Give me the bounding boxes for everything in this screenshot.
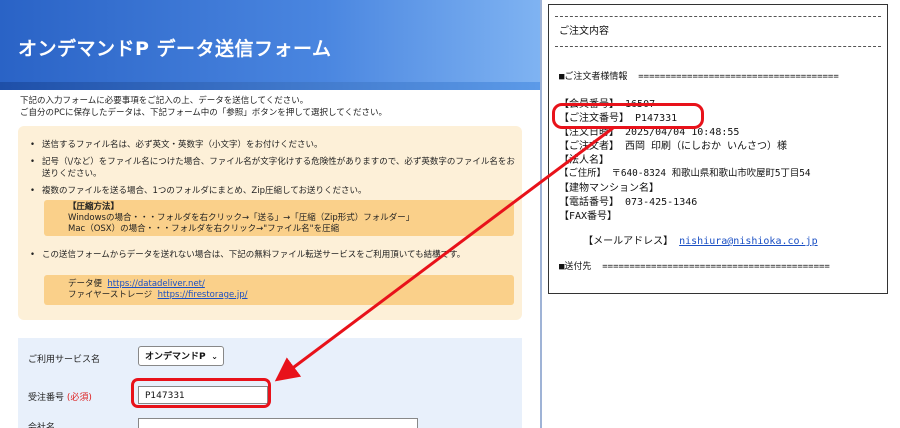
pointer-arrow <box>274 126 614 382</box>
